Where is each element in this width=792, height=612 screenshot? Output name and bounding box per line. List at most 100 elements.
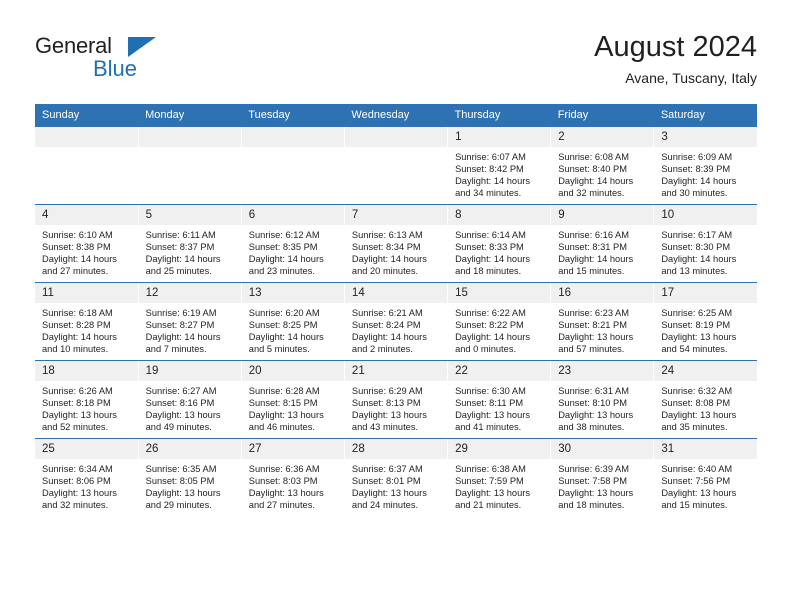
calendar-day-cell[interactable]: 11 Sunrise: 6:18 AM Sunset: 8:28 PM Dayligh…	[35, 282, 139, 361]
daylight-text-line2: and 29 minutes.	[145, 500, 212, 511]
calendar-day-cell[interactable]: 4 Sunrise: 6:10 AM Sunset: 8:38 PM Daylight…	[35, 204, 139, 283]
daylight-text-line1: Daylight: 13 hours	[42, 488, 117, 499]
daylight-text-line2: and 20 minutes.	[351, 266, 419, 277]
day-details: Sunrise: 6:39 AM Sunset: 7:58 PM Daylight:…	[551, 459, 653, 511]
daylight-text-line2: and 34 minutes.	[455, 188, 522, 199]
daylight-text-line1: Daylight: 14 hours	[455, 176, 530, 187]
day-number	[241, 127, 344, 147]
day-details: Sunrise: 6:11 AM Sunset: 8:37 PM Daylight:…	[139, 225, 241, 277]
sunrise-text: Sunrise: 6:25 AM	[661, 308, 733, 318]
daylight-text-line1: Daylight: 14 hours	[351, 332, 427, 343]
day-number: 3	[654, 127, 757, 147]
day-details: Sunrise: 6:34 AM Sunset: 8:06 PM Daylight:…	[35, 459, 138, 511]
daylight-text-line2: and 15 minutes.	[661, 500, 728, 511]
sunset-text: Sunset: 8:25 PM	[248, 320, 318, 331]
calendar-day-cell[interactable]: 6 Sunrise: 6:12 AM Sunset: 8:35 PM Daylight…	[241, 204, 345, 283]
calendar-day-cell[interactable]: 18 Sunrise: 6:26 AM Sunset: 8:18 PM Dayligh…	[35, 360, 139, 439]
sunset-text: Sunset: 8:33 PM	[455, 242, 524, 253]
calendar-day-cell[interactable]: 1 Sunrise: 6:07 AM Sunset: 8:42 PM Daylight…	[447, 127, 552, 205]
brand-name-general: General	[35, 33, 112, 58]
day-number: 2	[551, 127, 654, 147]
daylight-text-line1: Daylight: 14 hours	[42, 254, 117, 265]
sunset-text: Sunset: 8:38 PM	[42, 242, 111, 253]
calendar-day-cell[interactable]: 29 Sunrise: 6:38 AM Sunset: 7:59 PM Dayligh…	[447, 438, 552, 516]
daylight-text-line1: Daylight: 13 hours	[42, 410, 117, 421]
sunrise-text: Sunrise: 6:29 AM	[351, 386, 423, 396]
daylight-text-line2: and 35 minutes.	[661, 422, 728, 433]
calendar-week-row: 4 Sunrise: 6:10 AM Sunset: 8:38 PM Daylight…	[35, 204, 757, 283]
weekday-header-sunday: Sunday	[35, 104, 139, 127]
day-details: Sunrise: 6:26 AM Sunset: 8:18 PM Daylight:…	[35, 381, 138, 433]
daylight-text-line1: Daylight: 13 hours	[145, 488, 221, 499]
calendar-day-cell[interactable]: 16 Sunrise: 6:23 AM Sunset: 8:21 PM Dayligh…	[550, 282, 655, 361]
calendar-table: Sunday Monday Tuesday Wednesday Thursday Frid…	[35, 104, 757, 516]
day-details: Sunrise: 6:08 AM Sunset: 8:40 PM Daylight:…	[551, 147, 653, 199]
day-details: Sunrise: 6:35 AM Sunset: 8:05 PM Daylight:…	[139, 459, 241, 511]
day-number: 6	[241, 205, 344, 225]
day-number: 20	[241, 361, 344, 381]
calendar-day-cell[interactable]: 7 Sunrise: 6:13 AM Sunset: 8:34 PM Daylight…	[344, 204, 449, 283]
daylight-text-line2: and 0 minutes.	[455, 344, 517, 355]
calendar-day-cell-empty	[35, 127, 139, 205]
sunset-text: Sunset: 7:59 PM	[455, 476, 524, 487]
sunset-text: Sunset: 8:30 PM	[661, 242, 731, 253]
daylight-text-line2: and 10 minutes.	[42, 344, 109, 355]
calendar-day-cell[interactable]: 15 Sunrise: 6:22 AM Sunset: 8:22 PM Dayligh…	[447, 282, 552, 361]
day-number: 14	[344, 283, 448, 303]
day-details: Sunrise: 6:31 AM Sunset: 8:10 PM Daylight:…	[551, 381, 653, 433]
sunrise-text: Sunrise: 6:26 AM	[42, 386, 113, 396]
daylight-text-line1: Daylight: 14 hours	[455, 332, 530, 343]
calendar-day-cell[interactable]: 31 Sunrise: 6:40 AM Sunset: 7:56 PM Dayligh…	[653, 438, 757, 516]
calendar-day-cell[interactable]: 9 Sunrise: 6:16 AM Sunset: 8:31 PM Daylight…	[550, 204, 655, 283]
day-details: Sunrise: 6:13 AM Sunset: 8:34 PM Daylight:…	[345, 225, 447, 277]
day-details: Sunrise: 6:30 AM Sunset: 8:11 PM Daylight:…	[448, 381, 550, 433]
daylight-text-line2: and 32 minutes.	[42, 500, 109, 511]
calendar-day-cell[interactable]: 26 Sunrise: 6:35 AM Sunset: 8:05 PM Dayligh…	[138, 438, 242, 516]
calendar-day-cell[interactable]: 2 Sunrise: 6:08 AM Sunset: 8:40 PM Daylight…	[550, 127, 655, 205]
day-number: 7	[344, 205, 448, 225]
daylight-text-line1: Daylight: 13 hours	[661, 332, 737, 343]
sunset-text: Sunset: 8:42 PM	[455, 164, 524, 175]
sunset-text: Sunset: 8:13 PM	[351, 398, 421, 409]
calendar-day-cell[interactable]: 12 Sunrise: 6:19 AM Sunset: 8:27 PM Dayligh…	[138, 282, 242, 361]
day-number	[138, 127, 241, 147]
calendar-day-cell[interactable]: 25 Sunrise: 6:34 AM Sunset: 8:06 PM Dayligh…	[35, 438, 139, 516]
calendar-day-cell[interactable]: 13 Sunrise: 6:20 AM Sunset: 8:25 PM Dayligh…	[241, 282, 345, 361]
calendar-day-cell[interactable]: 10 Sunrise: 6:17 AM Sunset: 8:30 PM Dayligh…	[653, 204, 757, 283]
weekday-header-friday: Friday	[550, 104, 654, 127]
brand-logo[interactable]: General Blue	[35, 34, 175, 90]
calendar-day-cell[interactable]: 14 Sunrise: 6:21 AM Sunset: 8:24 PM Dayligh…	[344, 282, 449, 361]
sunrise-text: Sunrise: 6:34 AM	[42, 464, 113, 474]
sunset-text: Sunset: 8:15 PM	[248, 398, 318, 409]
calendar-day-cell[interactable]: 22 Sunrise: 6:30 AM Sunset: 8:11 PM Dayligh…	[447, 360, 552, 439]
day-number: 24	[654, 361, 757, 381]
day-number: 12	[138, 283, 241, 303]
calendar-day-cell[interactable]: 23 Sunrise: 6:31 AM Sunset: 8:10 PM Dayligh…	[550, 360, 655, 439]
daylight-text-line1: Daylight: 13 hours	[248, 410, 324, 421]
calendar-day-cell[interactable]: 20 Sunrise: 6:28 AM Sunset: 8:15 PM Dayligh…	[241, 360, 345, 439]
daylight-text-line2: and 27 minutes.	[42, 266, 109, 277]
calendar-day-cell[interactable]: 30 Sunrise: 6:39 AM Sunset: 7:58 PM Dayligh…	[550, 438, 655, 516]
calendar-week-row: 25 Sunrise: 6:34 AM Sunset: 8:06 PM Dayligh…	[35, 438, 757, 516]
calendar-day-cell[interactable]: 3 Sunrise: 6:09 AM Sunset: 8:39 PM Daylight…	[653, 127, 757, 205]
calendar-day-cell[interactable]: 21 Sunrise: 6:29 AM Sunset: 8:13 PM Dayligh…	[344, 360, 449, 439]
calendar-day-cell[interactable]: 27 Sunrise: 6:36 AM Sunset: 8:03 PM Dayligh…	[241, 438, 345, 516]
daylight-text-line1: Daylight: 14 hours	[558, 254, 634, 265]
sunset-text: Sunset: 8:35 PM	[248, 242, 318, 253]
calendar-day-cell-empty	[344, 127, 449, 205]
calendar-day-cell[interactable]: 28 Sunrise: 6:37 AM Sunset: 8:01 PM Dayligh…	[344, 438, 449, 516]
weekday-header-row: Sunday Monday Tuesday Wednesday Thursday Frid…	[35, 104, 757, 127]
day-details: Sunrise: 6:22 AM Sunset: 8:22 PM Daylight:…	[448, 303, 550, 355]
daylight-text-line1: Daylight: 13 hours	[661, 488, 737, 499]
daylight-text-line2: and 13 minutes.	[661, 266, 728, 277]
daylight-text-line1: Daylight: 13 hours	[351, 410, 427, 421]
calendar-day-cell[interactable]: 24 Sunrise: 6:32 AM Sunset: 8:08 PM Dayligh…	[653, 360, 757, 439]
sunrise-text: Sunrise: 6:40 AM	[661, 464, 733, 474]
calendar-day-cell[interactable]: 5 Sunrise: 6:11 AM Sunset: 8:37 PM Daylight…	[138, 204, 242, 283]
calendar-day-cell[interactable]: 17 Sunrise: 6:25 AM Sunset: 8:19 PM Dayligh…	[653, 282, 757, 361]
daylight-text-line1: Daylight: 13 hours	[558, 488, 634, 499]
day-details: Sunrise: 6:27 AM Sunset: 8:16 PM Daylight:…	[139, 381, 241, 433]
daylight-text-line1: Daylight: 14 hours	[455, 254, 530, 265]
calendar-day-cell[interactable]: 8 Sunrise: 6:14 AM Sunset: 8:33 PM Daylight…	[447, 204, 552, 283]
calendar-day-cell[interactable]: 19 Sunrise: 6:27 AM Sunset: 8:16 PM Dayligh…	[138, 360, 242, 439]
